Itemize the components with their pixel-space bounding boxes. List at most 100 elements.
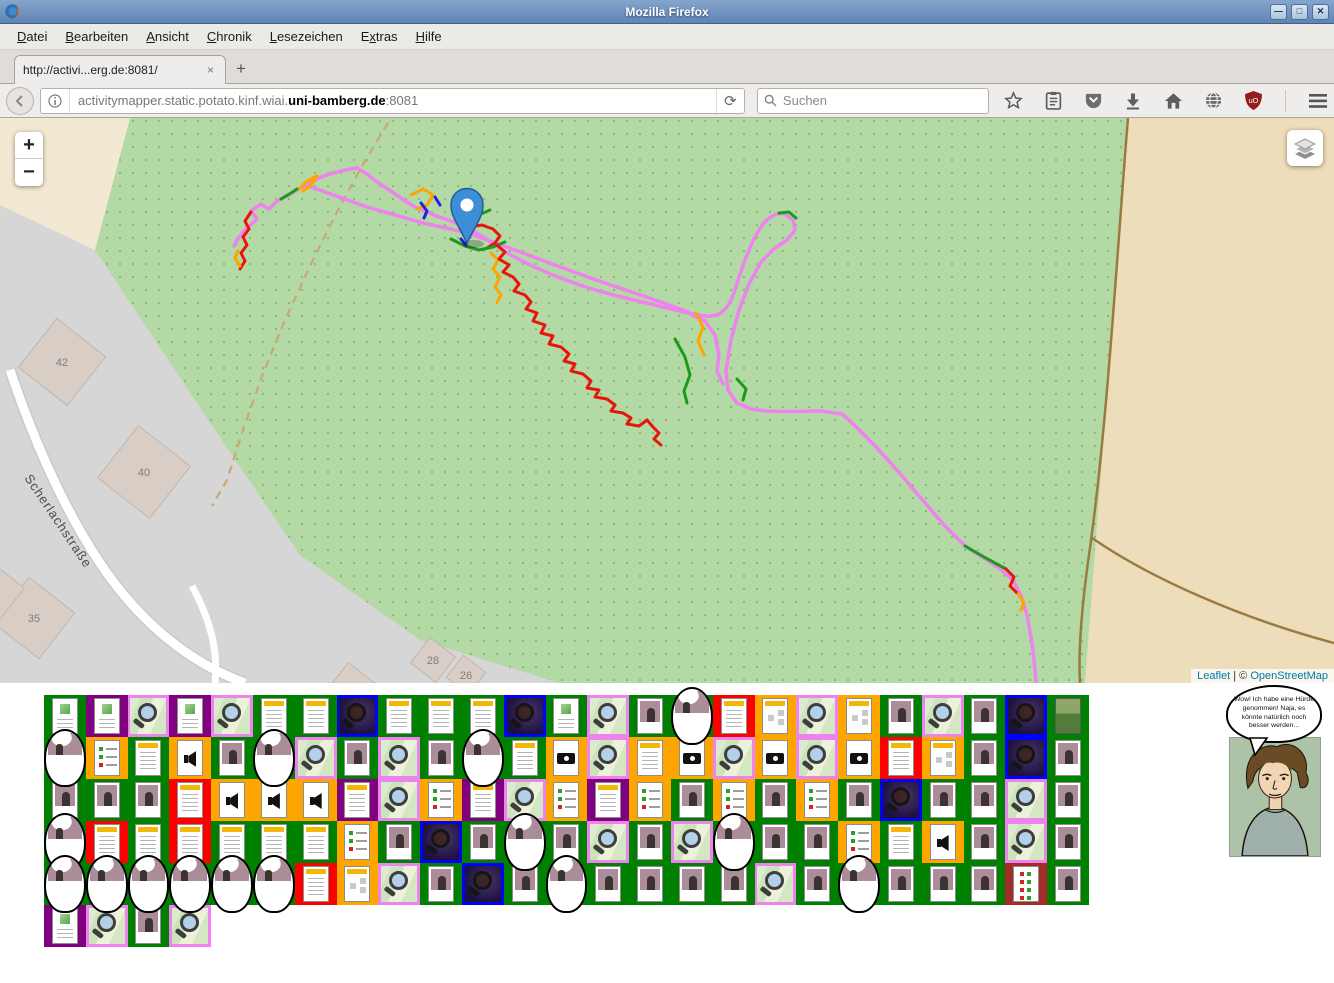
activity-tile[interactable]	[420, 863, 462, 905]
activity-tile[interactable]	[295, 779, 337, 821]
activity-tile[interactable]	[796, 737, 838, 779]
activity-tile[interactable]	[1005, 695, 1047, 737]
activity-tile[interactable]	[755, 821, 797, 863]
activity-tile[interactable]	[86, 779, 128, 821]
activity-tile[interactable]	[462, 863, 504, 905]
activity-tile[interactable]	[420, 737, 462, 779]
activity-tile[interactable]	[796, 695, 838, 737]
activity-tile[interactable]	[587, 863, 629, 905]
activity-tile[interactable]	[796, 821, 838, 863]
activity-tile[interactable]	[211, 863, 253, 905]
activity-tile[interactable]	[587, 695, 629, 737]
activity-tile[interactable]	[880, 779, 922, 821]
activity-tile[interactable]	[838, 737, 880, 779]
reload-button[interactable]: ⟳	[716, 89, 744, 113]
activity-tile[interactable]	[629, 863, 671, 905]
activity-tile[interactable]	[1047, 821, 1089, 863]
activity-tile[interactable]	[755, 779, 797, 821]
menu-item-bearbeiten[interactable]: Bearbeiten	[56, 25, 137, 48]
activity-tile[interactable]	[86, 737, 128, 779]
home-icon[interactable]	[1163, 91, 1183, 111]
menu-item-hilfe[interactable]: Hilfe	[407, 25, 451, 48]
activity-tile[interactable]	[504, 695, 546, 737]
activity-tile[interactable]	[128, 863, 170, 905]
close-button[interactable]: ✕	[1312, 4, 1329, 20]
activity-tile[interactable]	[796, 863, 838, 905]
activity-tile[interactable]	[420, 695, 462, 737]
activity-tile[interactable]	[128, 779, 170, 821]
menu-item-ansicht[interactable]: Ansicht	[137, 25, 198, 48]
activity-tile[interactable]	[295, 821, 337, 863]
pocket-icon[interactable]	[1083, 91, 1103, 111]
zoom-in-button[interactable]: +	[15, 132, 43, 159]
activity-tile[interactable]	[295, 863, 337, 905]
activity-tile[interactable]	[1047, 779, 1089, 821]
reading-list-icon[interactable]	[1043, 91, 1063, 111]
activity-tile[interactable]	[922, 695, 964, 737]
activity-tile[interactable]	[169, 779, 211, 821]
ublock-shield-icon[interactable]: uO	[1243, 91, 1263, 111]
openstreetmap-link[interactable]: OpenStreetMap	[1250, 670, 1328, 682]
activity-tile[interactable]	[629, 779, 671, 821]
activity-tile[interactable]	[713, 695, 755, 737]
activity-tile[interactable]	[964, 737, 1006, 779]
activity-tile[interactable]	[587, 821, 629, 863]
activity-tile[interactable]	[378, 821, 420, 863]
back-button[interactable]	[6, 87, 34, 115]
sphere-icon[interactable]	[1203, 91, 1223, 111]
activity-tile[interactable]	[253, 863, 295, 905]
activity-tile[interactable]	[420, 779, 462, 821]
menu-item-extras[interactable]: Extras	[352, 25, 407, 48]
activity-tile[interactable]	[86, 695, 128, 737]
activity-tile[interactable]	[671, 821, 713, 863]
tab-close-icon[interactable]: ×	[204, 63, 217, 77]
activity-tile[interactable]	[629, 737, 671, 779]
activity-tile[interactable]	[169, 695, 211, 737]
maximize-button[interactable]: □	[1291, 4, 1308, 20]
zoom-out-button[interactable]: −	[15, 159, 43, 186]
activity-tile[interactable]	[838, 779, 880, 821]
menu-item-chronik[interactable]: Chronik	[198, 25, 261, 48]
activity-tile[interactable]	[44, 737, 86, 779]
activity-tile[interactable]	[337, 821, 379, 863]
activity-tile[interactable]	[253, 737, 295, 779]
menu-item-datei[interactable]: Datei	[8, 25, 56, 48]
activity-tile[interactable]	[755, 737, 797, 779]
activity-tile[interactable]	[462, 821, 504, 863]
leaflet-map[interactable]: 42403537282623 Scherlachstraße + − Leafl…	[0, 118, 1334, 683]
site-info-icon[interactable]	[41, 89, 70, 113]
activity-tile[interactable]	[964, 779, 1006, 821]
leaflet-link[interactable]: Leaflet	[1197, 670, 1230, 682]
activity-tile[interactable]	[337, 695, 379, 737]
hamburger-menu-icon[interactable]	[1308, 91, 1328, 111]
activity-tile[interactable]	[546, 779, 588, 821]
activity-tile[interactable]	[880, 821, 922, 863]
activity-tile[interactable]	[504, 821, 546, 863]
activity-tile[interactable]	[922, 821, 964, 863]
activity-tile[interactable]	[1047, 695, 1089, 737]
activity-tile[interactable]	[378, 695, 420, 737]
activity-tile[interactable]	[796, 779, 838, 821]
activity-tile[interactable]	[337, 779, 379, 821]
activity-tile[interactable]	[420, 821, 462, 863]
search-input[interactable]: Suchen	[757, 88, 989, 114]
activity-tile[interactable]	[1005, 821, 1047, 863]
activity-tile[interactable]	[44, 863, 86, 905]
activity-tile[interactable]	[128, 695, 170, 737]
activity-tile[interactable]	[629, 695, 671, 737]
activity-tile[interactable]	[86, 863, 128, 905]
menu-item-lesezeichen[interactable]: Lesezeichen	[261, 25, 352, 48]
activity-tile[interactable]	[1005, 737, 1047, 779]
minimize-button[interactable]: —	[1270, 4, 1287, 20]
activity-tile[interactable]	[128, 737, 170, 779]
activity-tile[interactable]	[713, 737, 755, 779]
downloads-icon[interactable]	[1123, 91, 1143, 111]
activity-tile[interactable]	[671, 695, 713, 737]
new-tab-button[interactable]: +	[226, 57, 256, 83]
activity-tile[interactable]	[546, 695, 588, 737]
activity-tile[interactable]	[546, 863, 588, 905]
activity-tile[interactable]	[755, 695, 797, 737]
layers-control[interactable]	[1287, 130, 1323, 166]
activity-tile[interactable]	[1047, 863, 1089, 905]
browser-tab[interactable]: http://activi...erg.de:8081/ ×	[14, 55, 226, 84]
